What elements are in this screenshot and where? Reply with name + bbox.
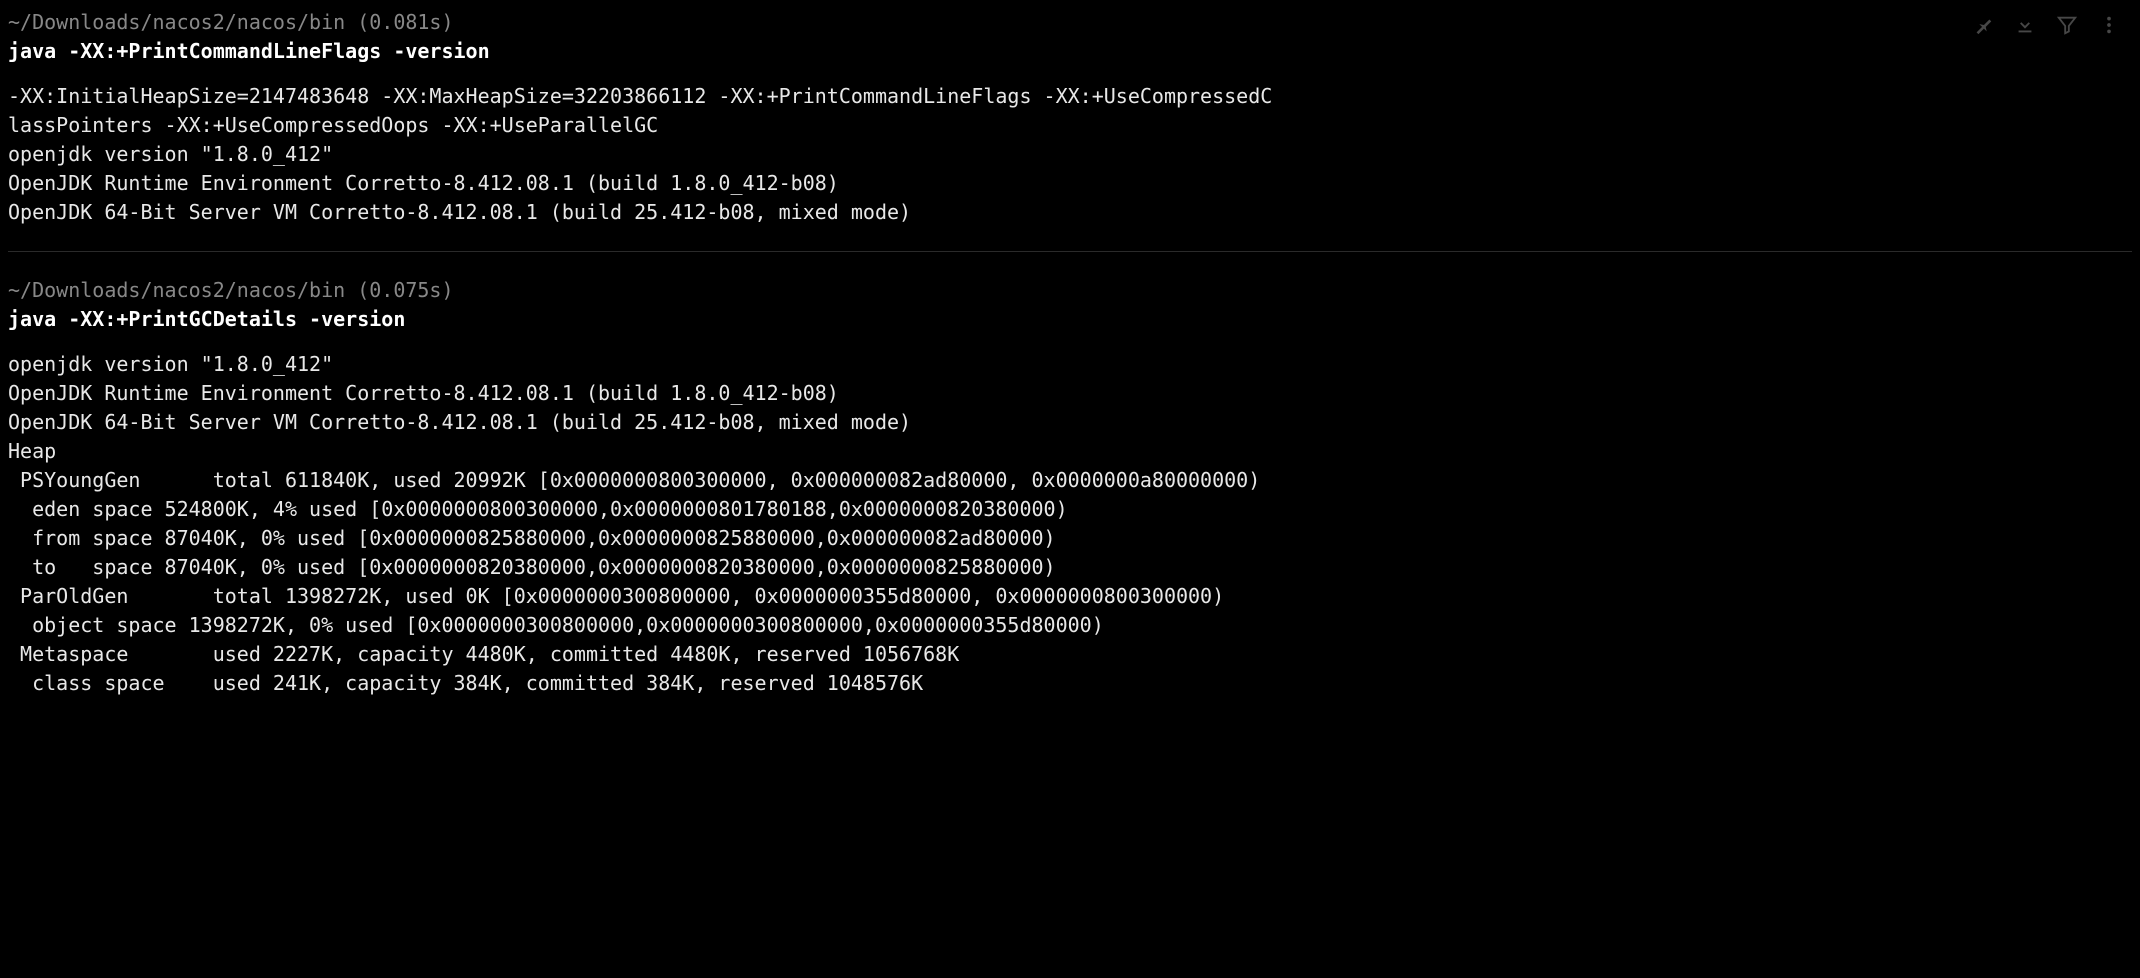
- terminal-block-2: ~/Downloads/nacos2/nacos/bin (0.075s) ja…: [8, 251, 2132, 706]
- command-output: -XX:InitialHeapSize=2147483648 -XX:MaxHe…: [8, 82, 2132, 227]
- prompt-path: ~/Downloads/nacos2/nacos/bin (0.081s): [8, 8, 2132, 37]
- download-icon[interactable]: [2014, 14, 2036, 36]
- prompt-path: ~/Downloads/nacos2/nacos/bin (0.075s): [8, 276, 2132, 305]
- block-toolbar: [1972, 14, 2120, 36]
- terminal-block-1: ~/Downloads/nacos2/nacos/bin (0.081s) ja…: [8, 0, 2132, 235]
- command-line: java -XX:+PrintGCDetails -version: [8, 305, 2132, 334]
- pin-icon[interactable]: [1972, 14, 1994, 36]
- command-line: java -XX:+PrintCommandLineFlags -version: [8, 37, 2132, 66]
- filter-icon[interactable]: [2056, 14, 2078, 36]
- more-icon[interactable]: [2098, 14, 2120, 36]
- command-output: openjdk version "1.8.0_412" OpenJDK Runt…: [8, 350, 2132, 698]
- terminal-output: ~/Downloads/nacos2/nacos/bin (0.081s) ja…: [0, 0, 2140, 706]
